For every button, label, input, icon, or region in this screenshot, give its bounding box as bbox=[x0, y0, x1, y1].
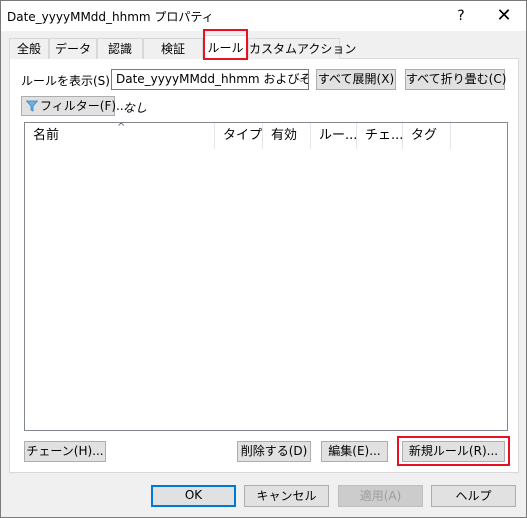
column-type[interactable]: タイプ bbox=[215, 123, 263, 149]
column-rule[interactable]: ルー... bbox=[311, 123, 357, 149]
collapse-all-button[interactable]: すべて折り畳む(C) bbox=[405, 69, 506, 90]
ok-button[interactable]: OK bbox=[151, 485, 236, 507]
tab-rules[interactable]: ルール bbox=[203, 35, 248, 60]
show-rules-label: ルールを表示(S): bbox=[21, 74, 115, 88]
help-button[interactable]: ヘルプ bbox=[431, 485, 516, 507]
tab-data[interactable]: データ bbox=[49, 38, 97, 59]
help-icon[interactable]: ? bbox=[449, 5, 473, 27]
show-rules-value: Date_yyyyMMdd_hhmm およびその子 bbox=[116, 72, 308, 86]
column-enabled[interactable]: 有効 bbox=[263, 123, 311, 149]
tab-validation[interactable]: 検証 bbox=[143, 38, 203, 59]
column-chain[interactable]: チェ... bbox=[357, 123, 403, 149]
column-name[interactable]: 名前 bbox=[25, 123, 215, 149]
edit-button[interactable]: 編集(E)... bbox=[321, 441, 388, 462]
column-tag[interactable]: タグ bbox=[403, 123, 451, 149]
cancel-button[interactable]: キャンセル bbox=[244, 485, 329, 507]
tab-recognition[interactable]: 認識 bbox=[97, 38, 143, 59]
rules-list[interactable]: ^ 名前 タイプ 有効 ルー... チェ... タグ bbox=[24, 122, 508, 431]
tab-general[interactable]: 全般 bbox=[9, 38, 49, 59]
chevron-down-icon: ⌵ bbox=[297, 74, 305, 85]
close-icon[interactable]: ✕ bbox=[487, 3, 521, 29]
chain-button[interactable]: チェーン(H)... bbox=[24, 441, 106, 462]
title-bar: Date_yyyyMMdd_hhmm プロパティ ? ✕ bbox=[1, 1, 526, 31]
filter-button-label: フィルター(F)... bbox=[40, 99, 128, 113]
expand-all-button[interactable]: すべて展開(X) bbox=[316, 69, 396, 90]
apply-button[interactable]: 適用(A) bbox=[338, 485, 423, 507]
dialog-title: Date_yyyyMMdd_hhmm プロパティ bbox=[7, 10, 214, 24]
filter-icon bbox=[26, 100, 38, 112]
show-rules-dropdown[interactable]: Date_yyyyMMdd_hhmm およびその子 ⌵ bbox=[111, 69, 309, 90]
filter-button[interactable]: フィルター(F)... bbox=[21, 96, 127, 116]
properties-dialog: Date_yyyyMMdd_hhmm プロパティ ? ✕ 全般 データ 認識 検… bbox=[0, 0, 527, 518]
tab-custom-actions[interactable]: カスタムアクション bbox=[248, 38, 356, 59]
filter-value: なし bbox=[123, 101, 148, 115]
delete-button[interactable]: 削除する(D) bbox=[237, 441, 311, 462]
new-rule-button[interactable]: 新規ルール(R)... bbox=[402, 441, 505, 462]
